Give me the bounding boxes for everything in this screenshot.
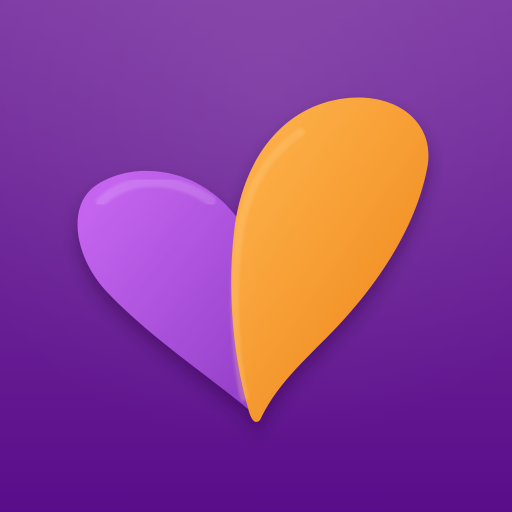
heart-check-icon [0, 0, 512, 512]
app-icon [0, 0, 512, 512]
